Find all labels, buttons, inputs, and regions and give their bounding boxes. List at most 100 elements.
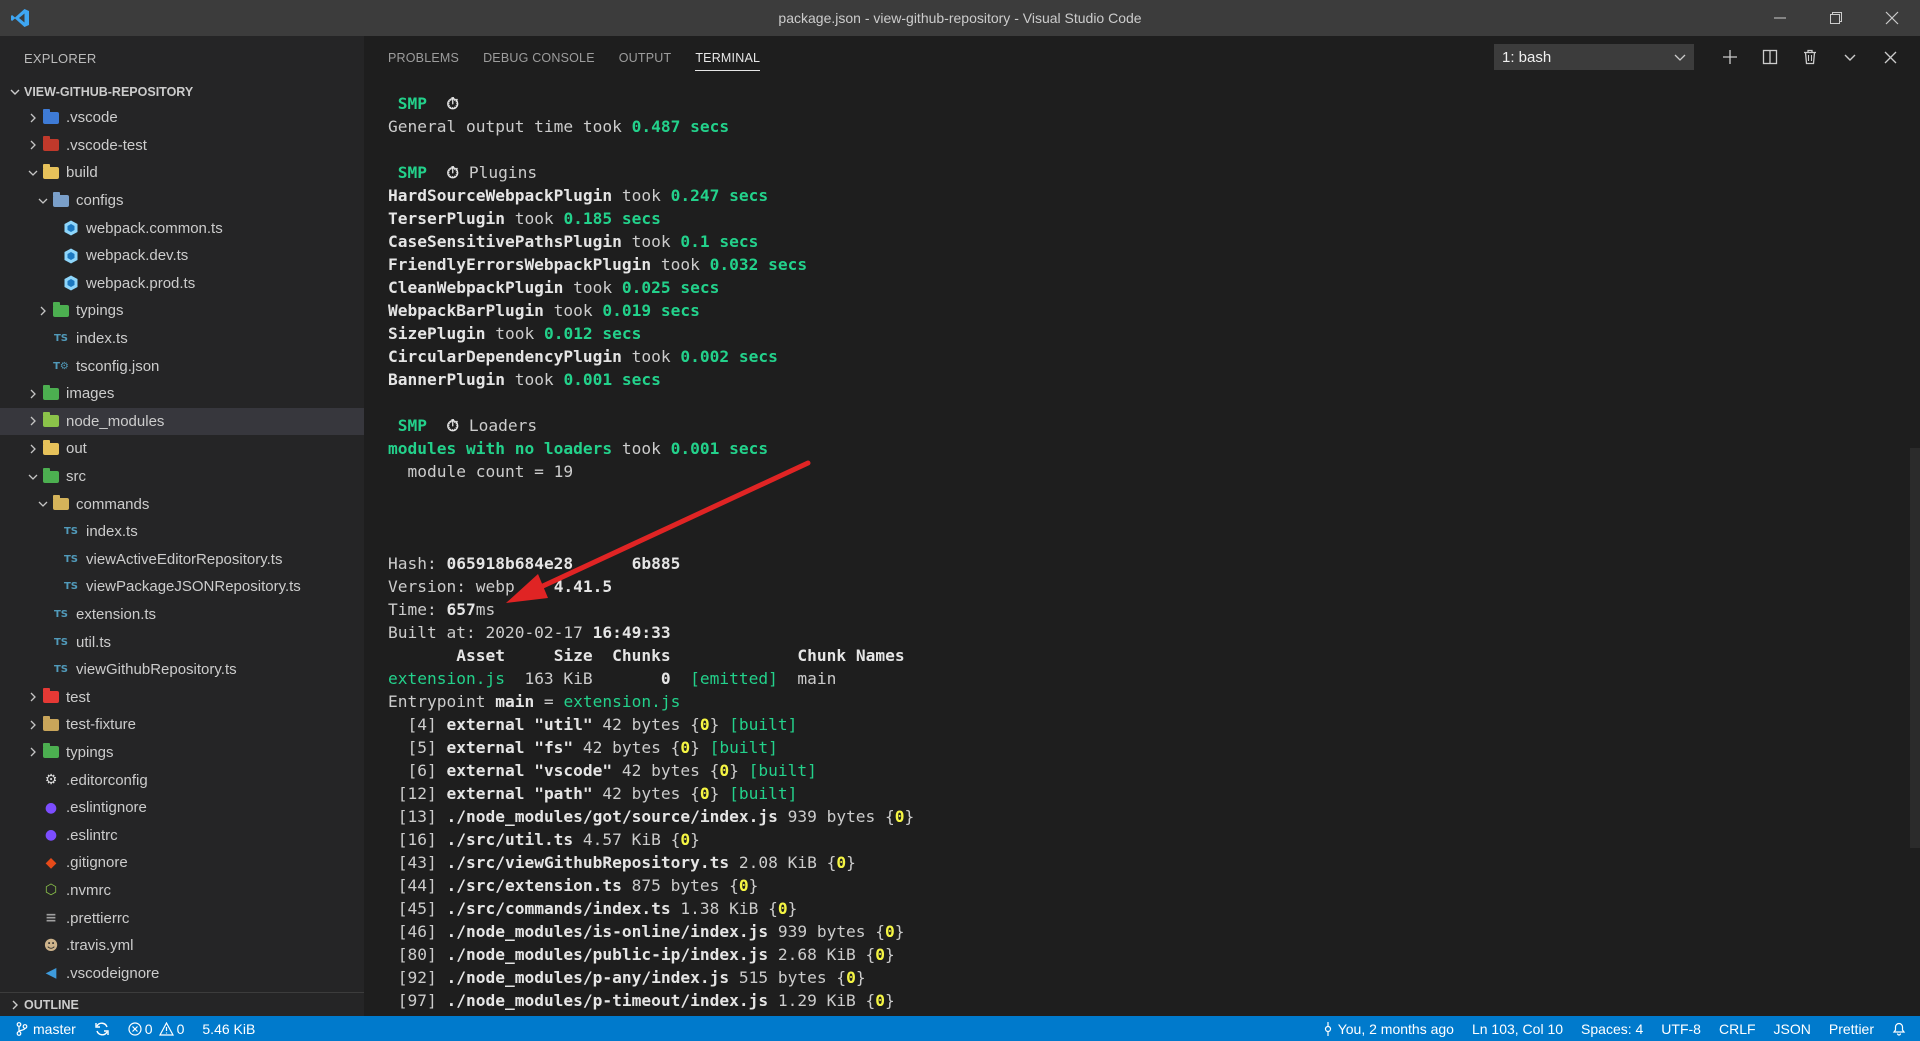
- terminal-line: Built at: 2020-02-17 16:49:33: [388, 621, 1920, 644]
- tree-file[interactable]: ◆ .gitignore: [0, 849, 364, 877]
- close-icon: [1884, 51, 1896, 63]
- tree-folder[interactable]: node_modules: [0, 407, 364, 436]
- tab-debug-console[interactable]: DEBUG CONSOLE: [483, 36, 595, 80]
- tree-folder[interactable]: src: [0, 463, 364, 491]
- terminal-line: CleanWebpackPlugin took 0.025 secs: [388, 276, 1920, 299]
- terminal-text: General output time took: [388, 117, 632, 136]
- minimize-button[interactable]: [1752, 0, 1808, 36]
- vscode-folder-icon: [42, 108, 60, 126]
- tab-terminal[interactable]: TERMINAL: [695, 36, 760, 80]
- tree-folder[interactable]: out: [0, 435, 364, 463]
- tree-folder[interactable]: typings: [0, 297, 364, 325]
- tree-file[interactable]: ● .eslintrc: [0, 821, 364, 849]
- terminal-text: 0.001 secs: [670, 439, 769, 458]
- tree-file[interactable]: TS viewActiveEditorRepository.ts: [0, 546, 364, 574]
- terminal-text: ⏱: [446, 416, 460, 435]
- terminal-text: 6b885: [631, 554, 681, 573]
- terminal-text: 0: [738, 876, 749, 895]
- vscode-logo-icon[interactable]: [0, 0, 40, 36]
- tree-file[interactable]: ☻ .travis.yml: [0, 932, 364, 960]
- terminal-select[interactable]: 1: bash: [1494, 44, 1694, 70]
- tree-file[interactable]: T⚙ tsconfig.json: [0, 352, 364, 380]
- terminal-text: took: [543, 301, 603, 320]
- tree-folder[interactable]: test-fixture: [0, 711, 364, 739]
- split-icon: [1762, 49, 1778, 65]
- title-bar: package.json - view-github-repository - …: [0, 0, 1920, 36]
- tree-file[interactable]: webpack.dev.ts: [0, 242, 364, 270]
- terminal-text: 0.012 secs: [543, 324, 642, 343]
- close-panel-button[interactable]: [1870, 44, 1910, 70]
- tree-file[interactable]: ⚙ .editorconfig: [0, 766, 364, 794]
- git-blame-status[interactable]: You, 2 months ago: [1314, 1016, 1463, 1041]
- tree-item-label: .nvmrc: [66, 881, 111, 899]
- sync-button[interactable]: [85, 1016, 119, 1041]
- tree-file[interactable]: webpack.prod.ts: [0, 270, 364, 298]
- terminal-text: extension.js: [388, 669, 505, 688]
- tree-file[interactable]: TS index.ts: [0, 325, 364, 353]
- close-window-button[interactable]: [1864, 0, 1920, 36]
- tree-file[interactable]: ⬡ .nvmrc: [0, 877, 364, 905]
- tab-output[interactable]: OUTPUT: [619, 36, 672, 80]
- project-section-header[interactable]: VIEW-GITHUB-REPOSITORY: [0, 80, 364, 104]
- cursor-position[interactable]: Ln 103, Col 10: [1463, 1016, 1572, 1041]
- indentation-status[interactable]: Spaces: 4: [1572, 1016, 1652, 1041]
- eol-status[interactable]: CRLF: [1710, 1016, 1765, 1041]
- terminal-text: 0.025 secs: [621, 278, 720, 297]
- tree-file[interactable]: TS viewGithubRepository.ts: [0, 656, 364, 684]
- tree-file[interactable]: TS viewPackageJSONRepository.ts: [0, 573, 364, 601]
- ts-icon: TS: [53, 333, 69, 345]
- terminal-text: main: [495, 692, 535, 711]
- tree-folder[interactable]: .vscode-test: [0, 132, 364, 160]
- terminal-line: Version: webp 4.41.5: [388, 575, 1920, 598]
- terminal-line: [46] ./node_modules/is-online/index.js 9…: [388, 920, 1920, 943]
- outline-section-header[interactable]: OUTLINE: [0, 992, 364, 1016]
- tree-folder[interactable]: typings: [0, 739, 364, 767]
- terminal-text: }: [894, 922, 905, 941]
- tree-item-label: .eslintrc: [66, 826, 118, 844]
- prettier-status[interactable]: Prettier: [1820, 1016, 1883, 1041]
- terminal-text: 0.1 secs: [680, 232, 759, 251]
- tree-folder[interactable]: images: [0, 380, 364, 408]
- terminal-text: [97]: [388, 991, 447, 1010]
- tree-file[interactable]: ≡ .prettierrc: [0, 904, 364, 932]
- kill-terminal-button[interactable]: [1790, 44, 1830, 70]
- split-terminal-button[interactable]: [1750, 44, 1790, 70]
- language-mode[interactable]: JSON: [1765, 1016, 1820, 1041]
- terminal-text: [4]: [388, 715, 447, 734]
- terminal-text: 0.001 secs: [563, 370, 661, 389]
- terminal-text: took: [621, 232, 681, 251]
- tree-file[interactable]: TS util.ts: [0, 628, 364, 656]
- branch-status[interactable]: master: [0, 1016, 85, 1041]
- encoding-status[interactable]: UTF-8: [1652, 1016, 1710, 1041]
- tree-folder[interactable]: commands: [0, 490, 364, 518]
- tree-folder[interactable]: test: [0, 683, 364, 711]
- terminal-text: }: [846, 853, 856, 872]
- terminal-text: ⏱: [446, 163, 460, 182]
- terminal-text: 42 bytes {: [592, 784, 700, 803]
- tree-file[interactable]: webpack.common.ts: [0, 214, 364, 242]
- tree-file[interactable]: ◀ .vscodeignore: [0, 959, 364, 987]
- notifications-button[interactable]: [1883, 1016, 1920, 1041]
- terminal-text: 0: [885, 922, 895, 941]
- tree-item-label: .vscode-test: [66, 136, 147, 154]
- vscode-icon: ◀: [45, 965, 57, 982]
- tree-folder[interactable]: build: [0, 159, 364, 187]
- terminal-text: TerserPlugin: [388, 209, 505, 228]
- maximize-panel-button[interactable]: [1830, 44, 1870, 70]
- new-terminal-button[interactable]: [1710, 44, 1750, 70]
- terminal-scrollbar[interactable]: [1910, 448, 1920, 848]
- terminal-text: [built]: [748, 761, 817, 780]
- tree-file[interactable]: TS index.ts: [0, 518, 364, 546]
- terminal-output[interactable]: SMP ⏱ General output time took 0.487 secs…: [364, 80, 1920, 1016]
- terminal-text: [built]: [729, 715, 798, 734]
- tree-file[interactable]: TS extension.ts: [0, 601, 364, 629]
- tree-item-label: commands: [76, 495, 150, 513]
- problems-status[interactable]: 0 0: [119, 1016, 194, 1041]
- tree-folder[interactable]: .vscode: [0, 104, 364, 132]
- tab-problems[interactable]: PROBLEMS: [388, 36, 459, 80]
- restore-button[interactable]: [1808, 0, 1864, 36]
- tree-file[interactable]: ● .eslintignore: [0, 794, 364, 822]
- tree-folder[interactable]: configs: [0, 187, 364, 215]
- terminal-text: SizePlugin: [388, 324, 486, 343]
